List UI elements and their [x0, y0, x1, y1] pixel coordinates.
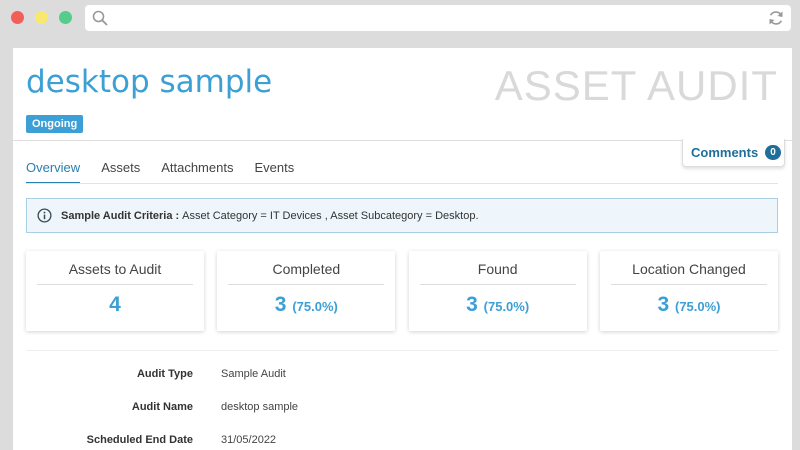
close-window-button[interactable] — [11, 11, 24, 24]
detail-key: Scheduled End Date — [86, 434, 193, 446]
audit-criteria-banner: Sample Audit Criteria : Asset Category =… — [26, 198, 778, 233]
header-divider — [13, 140, 792, 141]
info-icon — [37, 208, 52, 223]
tab-attachments[interactable]: Attachments — [161, 160, 233, 184]
stat-card-location-changed: Location Changed 3 (75.0%) — [599, 251, 778, 331]
detail-key: Audit Type — [136, 368, 193, 380]
criteria-text: Asset Category = IT Devices , Asset Subc… — [182, 209, 479, 222]
maximize-window-button[interactable] — [59, 11, 72, 24]
comments-label: Comments — [691, 145, 759, 160]
browser-chrome — [0, 0, 800, 36]
stat-label: Assets to Audit — [68, 261, 162, 277]
tabs-underline — [26, 183, 778, 184]
stat-divider — [228, 284, 385, 285]
tab-events[interactable]: Events — [254, 160, 294, 184]
page-title: desktop sample — [26, 64, 273, 100]
address-bar[interactable] — [85, 5, 791, 31]
detail-value: desktop sample — [221, 401, 299, 413]
stat-label: Completed — [272, 261, 341, 277]
stat-value: 4 — [109, 293, 121, 316]
stat-percent: (75.0%) — [292, 299, 338, 314]
stat-label: Found — [477, 261, 518, 277]
stat-card-found: Found 3 (75.0%) — [408, 251, 587, 331]
stat-value: 3 — [657, 293, 670, 316]
stat-card-completed: Completed 3 (75.0%) — [217, 251, 396, 331]
stats-row: Assets to Audit 4 Completed 3 (75.0%) Fo… — [26, 251, 778, 331]
detail-row-scheduled-end-date: Scheduled End Date 31/05/2022 — [26, 434, 626, 450]
comments-count-badge: 0 — [765, 145, 781, 160]
stat-divider — [37, 284, 193, 285]
stat-divider — [610, 284, 767, 285]
audit-details: Audit Type Sample Audit Audit Name deskt… — [26, 368, 626, 450]
detail-value: Sample Audit — [221, 368, 286, 380]
detail-key: Audit Name — [131, 401, 193, 413]
status-badge: Ongoing — [26, 115, 84, 133]
stat-percent: (75.0%) — [483, 299, 530, 314]
search-icon — [92, 10, 108, 26]
detail-value: 31/05/2022 — [221, 434, 277, 446]
criteria-label: Sample Audit Criteria : — [61, 209, 180, 222]
tab-overview[interactable]: Overview — [26, 160, 81, 184]
details-divider — [26, 350, 778, 351]
stat-divider — [419, 284, 576, 285]
stat-label: Location Changed — [632, 261, 746, 277]
stat-percent: (75.0%) — [674, 299, 721, 314]
tab-bar: Overview Assets Attachments Events — [26, 160, 315, 184]
comments-button[interactable]: Comments 0 — [682, 139, 785, 167]
audit-page: desktop sample ASSET AUDIT Ongoing Comme… — [13, 48, 792, 450]
detail-row-audit-name: Audit Name desktop sample — [26, 401, 626, 434]
minimize-window-button[interactable] — [35, 11, 48, 24]
page-watermark: ASSET AUDIT — [494, 62, 778, 109]
stat-value: 3 — [466, 293, 478, 316]
refresh-icon[interactable] — [768, 10, 784, 26]
stat-value: 3 — [274, 293, 287, 316]
detail-row-audit-type: Audit Type Sample Audit — [26, 368, 626, 401]
tab-assets[interactable]: Assets — [101, 160, 140, 184]
stat-card-assets-to-audit: Assets to Audit 4 — [26, 251, 204, 331]
